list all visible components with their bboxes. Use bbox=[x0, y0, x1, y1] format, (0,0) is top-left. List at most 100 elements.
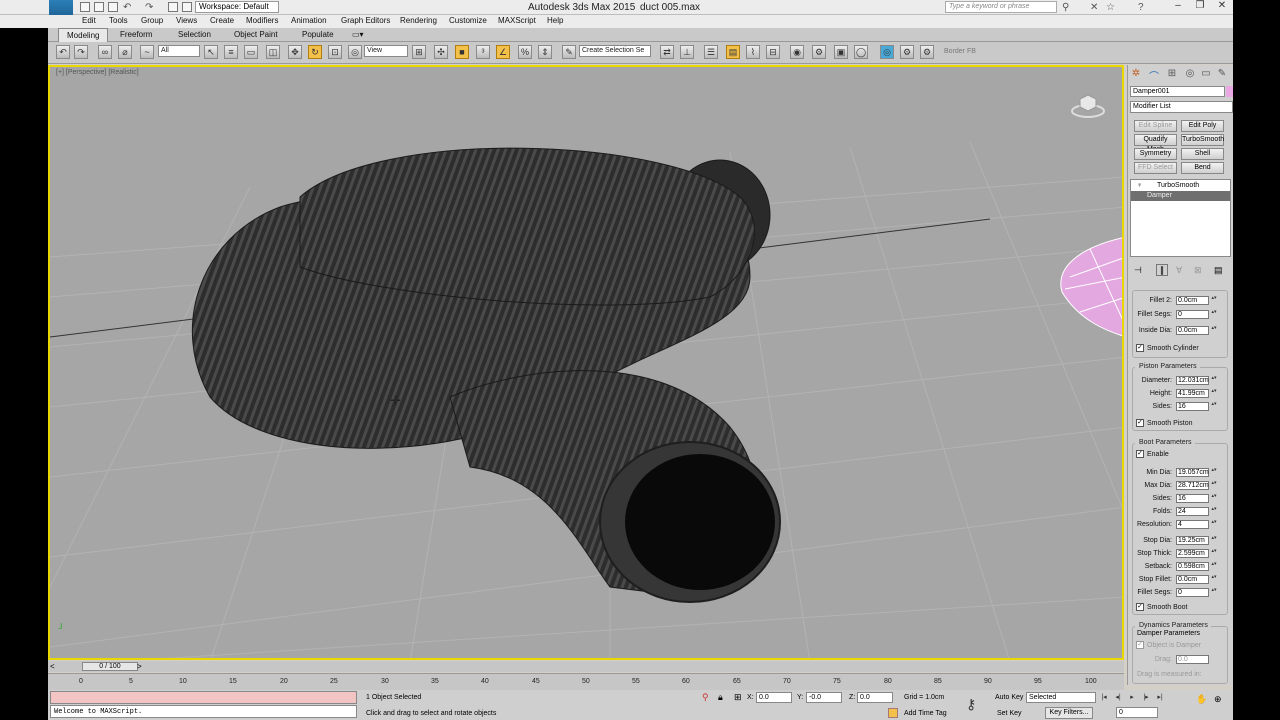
object-name-field[interactable]: Damper001 bbox=[1130, 86, 1225, 97]
fillet-segs-field[interactable]: 0 bbox=[1176, 310, 1209, 319]
project-folder-icon[interactable] bbox=[182, 2, 192, 12]
spinner-icon[interactable]: ▴▾ bbox=[1211, 296, 1217, 305]
tab-populate[interactable]: Populate bbox=[294, 28, 342, 42]
create-tab-icon[interactable]: ✲ bbox=[1128, 68, 1144, 82]
key-set-dropdown[interactable]: Selected bbox=[1026, 692, 1096, 703]
tab-modeling[interactable]: Modeling bbox=[58, 28, 109, 42]
add-time-tag[interactable]: Add Time Tag bbox=[904, 710, 947, 717]
manipulate-icon[interactable]: ✣ bbox=[434, 45, 448, 59]
edit-named-sel-icon[interactable]: ✎ bbox=[562, 45, 576, 59]
viewport-label[interactable]: [+] [Perspective] [Realistic] bbox=[56, 69, 139, 76]
sides-field[interactable]: 16 bbox=[1176, 402, 1209, 411]
dynamics-title[interactable]: Dynamics Parameters bbox=[1135, 622, 1211, 629]
spinner-icon[interactable]: ▴▾ bbox=[1211, 376, 1217, 385]
unlink-icon[interactable]: ⌀ bbox=[118, 45, 132, 59]
spinner-icon[interactable]: ▴▾ bbox=[1211, 536, 1217, 545]
angle-snap-icon[interactable]: ∠ bbox=[496, 45, 510, 59]
x-field[interactable]: 0.0 bbox=[756, 692, 792, 703]
redo-tool-icon[interactable]: ↷ bbox=[74, 45, 88, 59]
curve-editor-icon[interactable]: ⌇ bbox=[746, 45, 760, 59]
time-tag-icon[interactable] bbox=[888, 708, 898, 718]
motion-tab-icon[interactable]: ◎ bbox=[1182, 68, 1198, 82]
smooth-boot-checkbox[interactable]: ✓ bbox=[1136, 603, 1144, 611]
hold-icon[interactable] bbox=[168, 2, 178, 12]
next-frame-icon[interactable]: |▸ bbox=[1140, 693, 1152, 704]
spinner-icon[interactable]: ▴▾ bbox=[1211, 507, 1217, 516]
boot-param-field[interactable]: 19.057cm bbox=[1176, 468, 1209, 477]
layer-manager-icon[interactable]: ☰ bbox=[704, 45, 718, 59]
boot-param-field[interactable]: 28.712cm bbox=[1176, 481, 1209, 490]
edit-spline-button[interactable]: Edit Spline bbox=[1134, 120, 1177, 132]
modifier-list-dropdown[interactable]: Modifier List bbox=[1130, 101, 1233, 113]
boot-param-field[interactable]: 4 bbox=[1176, 520, 1209, 529]
spinner-icon[interactable]: ▴▾ bbox=[1211, 481, 1217, 490]
time-config-icon[interactable]: ✋ bbox=[1196, 694, 1207, 705]
smooth-piston-checkbox[interactable]: ✓ bbox=[1136, 419, 1144, 427]
slider-prev-icon[interactable]: < bbox=[50, 662, 55, 671]
mirror-icon[interactable]: ⇄ bbox=[660, 45, 674, 59]
window-crossing-icon[interactable]: ◫ bbox=[266, 45, 280, 59]
menu-views[interactable]: Views bbox=[176, 16, 197, 25]
binoculars-icon[interactable]: ⚲ bbox=[1062, 2, 1069, 13]
select-by-name-icon[interactable]: ≡ bbox=[224, 45, 238, 59]
border-fb-label[interactable]: Border FB bbox=[944, 48, 976, 55]
move-icon[interactable]: ✥ bbox=[288, 45, 302, 59]
set-key-icon[interactable]: ⚷ bbox=[966, 696, 976, 713]
boot-param-field[interactable]: 0.0cm bbox=[1176, 575, 1209, 584]
spinner-icon[interactable]: ▴▾ bbox=[1211, 389, 1217, 398]
spinner-icon[interactable]: ▴▾ bbox=[1211, 575, 1217, 584]
shell-button[interactable]: Shell bbox=[1181, 148, 1224, 160]
lock-icon[interactable]: 🔒︎ bbox=[718, 692, 723, 703]
bind-space-warp-icon[interactable]: ~ bbox=[140, 45, 154, 59]
tab-selection[interactable]: Selection bbox=[170, 28, 219, 42]
menu-graph-editors[interactable]: Graph Editors bbox=[341, 16, 390, 25]
workspace-dropdown[interactable]: Workspace: Default bbox=[195, 1, 279, 13]
display-tab-icon[interactable]: ▭ bbox=[1198, 68, 1214, 82]
menu-edit[interactable]: Edit bbox=[82, 16, 96, 25]
render-icon[interactable]: ◯ bbox=[854, 45, 868, 59]
height-field[interactable]: 41.99cm bbox=[1176, 389, 1209, 398]
pivot-icon[interactable]: ⊞ bbox=[412, 45, 426, 59]
scene-explorer-icon[interactable]: ▤ bbox=[726, 45, 740, 59]
prev-frame-icon[interactable]: ◂| bbox=[1112, 693, 1124, 704]
configure-sets-icon[interactable]: ▤ bbox=[1214, 265, 1223, 276]
isolate-icon[interactable]: ⚲ bbox=[702, 692, 709, 703]
piston-title[interactable]: Piston Parameters bbox=[1135, 363, 1200, 370]
menu-help[interactable]: Help bbox=[547, 16, 563, 25]
utilities-tab-icon[interactable]: ✎ bbox=[1214, 68, 1230, 82]
make-unique-icon[interactable]: ∀ bbox=[1176, 265, 1182, 276]
link-icon[interactable]: ∞ bbox=[98, 45, 112, 59]
spinner-snap-icon[interactable]: ⇕ bbox=[538, 45, 552, 59]
enable-checkbox[interactable]: ✓ bbox=[1136, 450, 1144, 458]
spinner-icon[interactable]: ▴▾ bbox=[1211, 520, 1217, 529]
render-setup-icon[interactable]: ⚙ bbox=[812, 45, 826, 59]
remove-modifier-icon[interactable]: ⊠ bbox=[1194, 265, 1202, 276]
ribbon-options-icon[interactable]: ▭▾ bbox=[344, 28, 372, 42]
save-file-icon[interactable] bbox=[108, 2, 118, 12]
boot-param-field[interactable]: 0 bbox=[1176, 588, 1209, 597]
align-icon[interactable]: ⊥ bbox=[680, 45, 694, 59]
diameter-field[interactable]: 12.031cm bbox=[1176, 376, 1209, 385]
maxscript-listener-output[interactable] bbox=[50, 691, 357, 704]
spinner-icon[interactable]: ▴▾ bbox=[1211, 494, 1217, 503]
edit-poly-button[interactable]: Edit Poly bbox=[1181, 120, 1224, 132]
select-object-icon[interactable]: ↖ bbox=[204, 45, 218, 59]
new-file-icon[interactable] bbox=[80, 2, 90, 12]
stack-item-damper[interactable]: Damper bbox=[1131, 191, 1230, 201]
menu-tools[interactable]: Tools bbox=[109, 16, 128, 25]
goto-end-icon[interactable]: ▸| bbox=[1154, 693, 1166, 704]
close-icon[interactable]: ✕ bbox=[1212, 0, 1232, 11]
material-editor-icon[interactable]: ◉ bbox=[790, 45, 804, 59]
bend-button[interactable]: Bend bbox=[1181, 162, 1224, 174]
iray-icon[interactable]: ◎ bbox=[880, 45, 894, 59]
zoom-icon[interactable]: ⊕ bbox=[1214, 694, 1222, 705]
smooth-cylinder-checkbox[interactable]: ✓ bbox=[1136, 344, 1144, 352]
keyboard-shortcut-icon[interactable]: ■ bbox=[455, 45, 469, 59]
spinner-icon[interactable]: ▴▾ bbox=[1211, 310, 1217, 319]
minimize-icon[interactable]: – bbox=[1168, 0, 1188, 11]
drag-field[interactable]: 0.0 bbox=[1176, 655, 1209, 664]
spinner-icon[interactable]: ▴▾ bbox=[1211, 326, 1217, 335]
menu-rendering[interactable]: Rendering bbox=[400, 16, 437, 25]
named-selection-dropdown[interactable]: Create Selection Se bbox=[579, 45, 651, 57]
place-icon[interactable]: ◎ bbox=[348, 45, 362, 59]
